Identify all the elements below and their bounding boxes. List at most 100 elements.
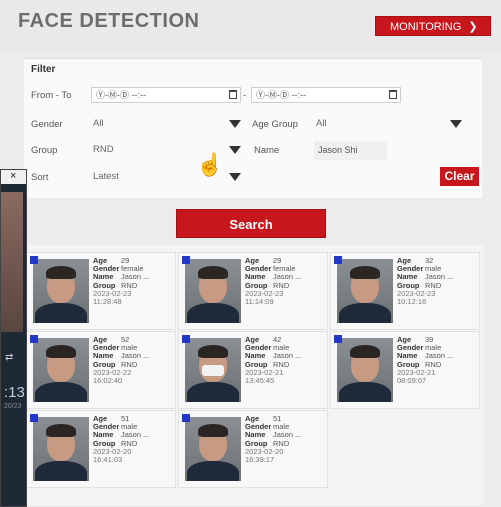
gender-key: Gender xyxy=(93,344,120,353)
age-value: 51 xyxy=(121,415,130,423)
gender-value: All xyxy=(93,118,104,129)
sort-value: Latest xyxy=(93,171,119,182)
page-title: FACE DETECTION xyxy=(18,10,200,32)
time-value: 11:28:48 xyxy=(93,298,122,307)
name-input[interactable]: Jason Shi xyxy=(314,141,387,160)
gender-row: Gender male xyxy=(93,423,175,431)
age-row: Age 29 xyxy=(245,257,327,265)
group-value: RND xyxy=(273,360,290,369)
monitoring-label: MONITORING xyxy=(390,21,462,33)
select-checkbox[interactable] xyxy=(30,256,38,264)
time-value: 16:02:40 xyxy=(93,377,123,386)
close-icon[interactable]: × xyxy=(10,170,16,182)
face-body xyxy=(35,461,87,481)
age-row: Age 42 xyxy=(245,336,327,344)
select-checkbox[interactable] xyxy=(334,256,342,264)
group-key: Group xyxy=(245,360,268,369)
select-checkbox[interactable] xyxy=(182,335,190,343)
face-photo xyxy=(337,338,393,402)
result-card[interactable]: Age 52 Gender male Name Jason ... Group RND 2023… xyxy=(26,331,176,409)
chevron-down-icon xyxy=(229,120,241,128)
gender-value: female xyxy=(121,265,144,274)
age-row: Age 39 xyxy=(397,336,479,344)
range-separator: - xyxy=(243,90,247,101)
from-date-input[interactable]: Ⓨ-Ⓜ-Ⓓ --:-- xyxy=(91,87,241,103)
camera-preview xyxy=(1,192,23,332)
calendar-icon xyxy=(229,90,237,99)
group-label: Group xyxy=(31,145,58,156)
result-info: Age 29 Gender female Name Jason ... Group RND 20… xyxy=(245,257,327,306)
result-card[interactable]: Age 32 Gender male Name Jason ... Group RND 2023… xyxy=(330,252,480,330)
gender-row: Gender male xyxy=(245,344,327,352)
to-date-input[interactable]: Ⓨ-Ⓜ-Ⓓ --:-- xyxy=(251,87,401,103)
chevron-down-icon xyxy=(450,120,462,128)
name-label: Name xyxy=(254,145,280,156)
age-key: Age xyxy=(93,415,108,423)
date-value: 2023-02-22 xyxy=(93,368,132,377)
result-card[interactable]: Age 51 Gender male Name Jason ... Group RND 2023… xyxy=(178,410,328,488)
group-value: RND xyxy=(93,144,114,155)
group-value: RND xyxy=(425,360,442,369)
result-info: Age 51 Gender male Name Jason ... Group RND 2023… xyxy=(93,415,175,464)
face-photo xyxy=(33,417,89,481)
face-body xyxy=(187,461,239,481)
age-key: Age xyxy=(245,257,260,265)
result-card[interactable]: Age 39 Gender male Name Jason ... Group RND 2023… xyxy=(330,331,480,409)
face-body xyxy=(35,382,87,402)
select-checkbox[interactable] xyxy=(30,414,38,422)
swap-icon[interactable]: ⇄ xyxy=(5,352,13,363)
gender-key: Gender xyxy=(93,265,120,274)
group-value: RND xyxy=(121,281,138,290)
face-hair xyxy=(46,424,76,437)
name-key: Name xyxy=(245,273,266,282)
group-key: Group xyxy=(93,281,116,290)
clear-button[interactable]: Clear xyxy=(440,167,479,186)
search-button[interactable]: Search xyxy=(176,209,326,238)
side-panel-topbar: × xyxy=(1,170,26,184)
chevron-down-icon xyxy=(229,146,241,154)
result-card[interactable]: Age 29 Gender female Name Jason ... Group RND 20… xyxy=(178,252,328,330)
header: FACE DETECTION MONITORING ❯ xyxy=(0,0,501,52)
result-info: Age 32 Gender male Name Jason ... Group RND 2023… xyxy=(397,257,479,306)
group-row: Group RND xyxy=(245,361,327,369)
age-row: Age 29 xyxy=(93,257,175,265)
name-key: Name xyxy=(245,352,266,361)
gender-label: Gender xyxy=(31,119,63,130)
gender-key: Gender xyxy=(397,344,424,353)
group-value: RND xyxy=(273,281,290,290)
gender-row: Gender male xyxy=(397,344,479,352)
age-key: Age xyxy=(397,257,412,265)
monitoring-button[interactable]: MONITORING ❯ xyxy=(375,16,491,36)
gender-value: male xyxy=(121,344,138,353)
gender-key: Gender xyxy=(93,423,120,432)
gender-row: Gender female xyxy=(245,265,327,273)
age-key: Age xyxy=(245,415,260,423)
result-card[interactable]: Age 51 Gender male Name Jason ... Group RND 2023… xyxy=(26,410,176,488)
name-value: Jason Shi xyxy=(318,145,358,155)
date-text: 20/23 xyxy=(4,403,22,410)
select-checkbox[interactable] xyxy=(30,335,38,343)
age-value: 42 xyxy=(273,336,282,344)
gender-key: Gender xyxy=(397,265,424,274)
name-key: Name xyxy=(397,352,418,361)
gender-value: male xyxy=(425,344,442,353)
age-row: Age 32 xyxy=(397,257,479,265)
name-value: Jason ... xyxy=(121,273,150,282)
group-key: Group xyxy=(93,439,116,448)
gender-select[interactable]: All xyxy=(93,115,241,133)
select-checkbox[interactable] xyxy=(182,256,190,264)
result-card[interactable]: Age 29 Gender female Name Jason ... Group RND 20… xyxy=(26,252,176,330)
select-checkbox[interactable] xyxy=(182,414,190,422)
date-value: 2023-02-21 xyxy=(397,368,436,377)
result-card[interactable]: Age 42 Gender male Name Jason ... Group RND 2023… xyxy=(178,331,328,409)
face-body xyxy=(339,382,391,402)
gender-key: Gender xyxy=(245,265,272,274)
gender-key: Gender xyxy=(245,344,272,353)
calendar-icon xyxy=(389,90,397,99)
select-checkbox[interactable] xyxy=(334,335,342,343)
age-group-select[interactable]: All xyxy=(316,115,462,133)
filter-title: Filter xyxy=(31,64,56,75)
sort-label: Sort xyxy=(31,172,49,183)
face-mask xyxy=(202,365,224,376)
date-value: 2023-02-21 xyxy=(245,368,284,377)
